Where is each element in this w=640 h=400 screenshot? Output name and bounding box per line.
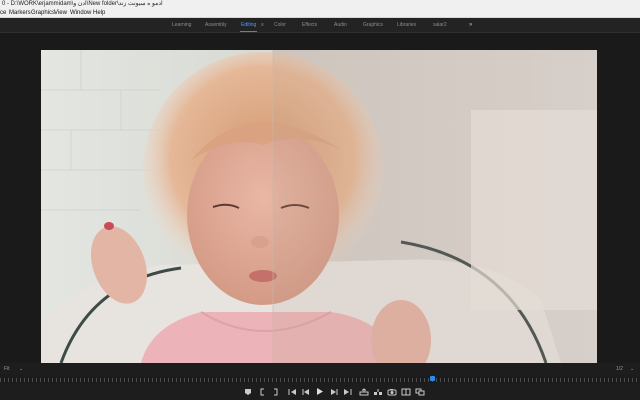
step-back-icon[interactable] — [300, 386, 312, 397]
lift-icon[interactable] — [358, 386, 370, 397]
zoom-chevron-down-icon[interactable]: ⌄ — [19, 366, 23, 372]
play-icon[interactable] — [313, 386, 325, 397]
monitor-status-row: Fit ⌄ 1/2 ⌄ — [0, 363, 640, 375]
window-title: 0 - D:\WORK\erjammidam\ادن و\New folder\… — [2, 1, 163, 7]
resolution-chevron-down-icon[interactable]: ⌄ — [630, 366, 634, 372]
resolution-dropdown[interactable]: 1/2 — [616, 366, 623, 372]
menu-item-clip[interactable]: ce — [0, 9, 6, 18]
menu-item-markers[interactable]: Markers — [9, 9, 31, 18]
menu-item-view[interactable]: View — [54, 9, 67, 18]
video-frame[interactable] — [41, 50, 597, 363]
go-to-in-icon[interactable] — [286, 386, 298, 397]
video-frame-image — [41, 50, 597, 363]
step-forward-icon[interactable] — [327, 386, 339, 397]
menu-item-window[interactable]: Window — [70, 9, 91, 18]
more-workspaces-icon[interactable]: » — [469, 18, 472, 32]
program-monitor — [0, 33, 640, 363]
zoom-level-dropdown[interactable]: Fit — [4, 366, 10, 372]
menu-bar: ce Markers Graphics View Window Help — [0, 9, 640, 18]
export-frame-icon[interactable] — [386, 386, 398, 397]
title-bar: 0 - D:\WORK\erjammidam\ادن و\New folder\… — [0, 0, 640, 9]
tab-audio[interactable]: Audio — [334, 18, 347, 32]
tab-effects[interactable]: Effects — [302, 18, 317, 32]
workspace-menu-icon[interactable]: ≡ — [261, 18, 264, 32]
marker-icon[interactable] — [242, 386, 254, 397]
playhead-icon[interactable] — [430, 376, 435, 381]
menu-item-graphics[interactable]: Graphics — [31, 9, 55, 18]
workspace-bar: Learning Assembly Editing ≡ Color Effect… — [0, 18, 640, 33]
tab-editing[interactable]: Editing — [241, 18, 256, 32]
extract-icon[interactable] — [372, 386, 384, 397]
transport-controls — [0, 383, 640, 400]
compare-icon[interactable] — [400, 386, 412, 397]
go-to-out-icon[interactable] — [341, 386, 353, 397]
tab-graphics[interactable]: Graphics — [363, 18, 383, 32]
out-point-icon[interactable] — [269, 386, 281, 397]
tab-color[interactable]: Color — [274, 18, 286, 32]
tab-salar2[interactable]: salar2 — [433, 18, 447, 32]
in-point-icon[interactable] — [257, 386, 269, 397]
tab-assembly[interactable]: Assembly — [205, 18, 227, 32]
tab-libraries[interactable]: Libraries — [397, 18, 416, 32]
ruler-ticks — [0, 378, 640, 382]
tab-learning[interactable]: Learning — [172, 18, 191, 32]
menu-item-help[interactable]: Help — [93, 9, 105, 18]
timeline-ruler[interactable] — [0, 375, 640, 383]
multicam-icon[interactable] — [414, 386, 426, 397]
